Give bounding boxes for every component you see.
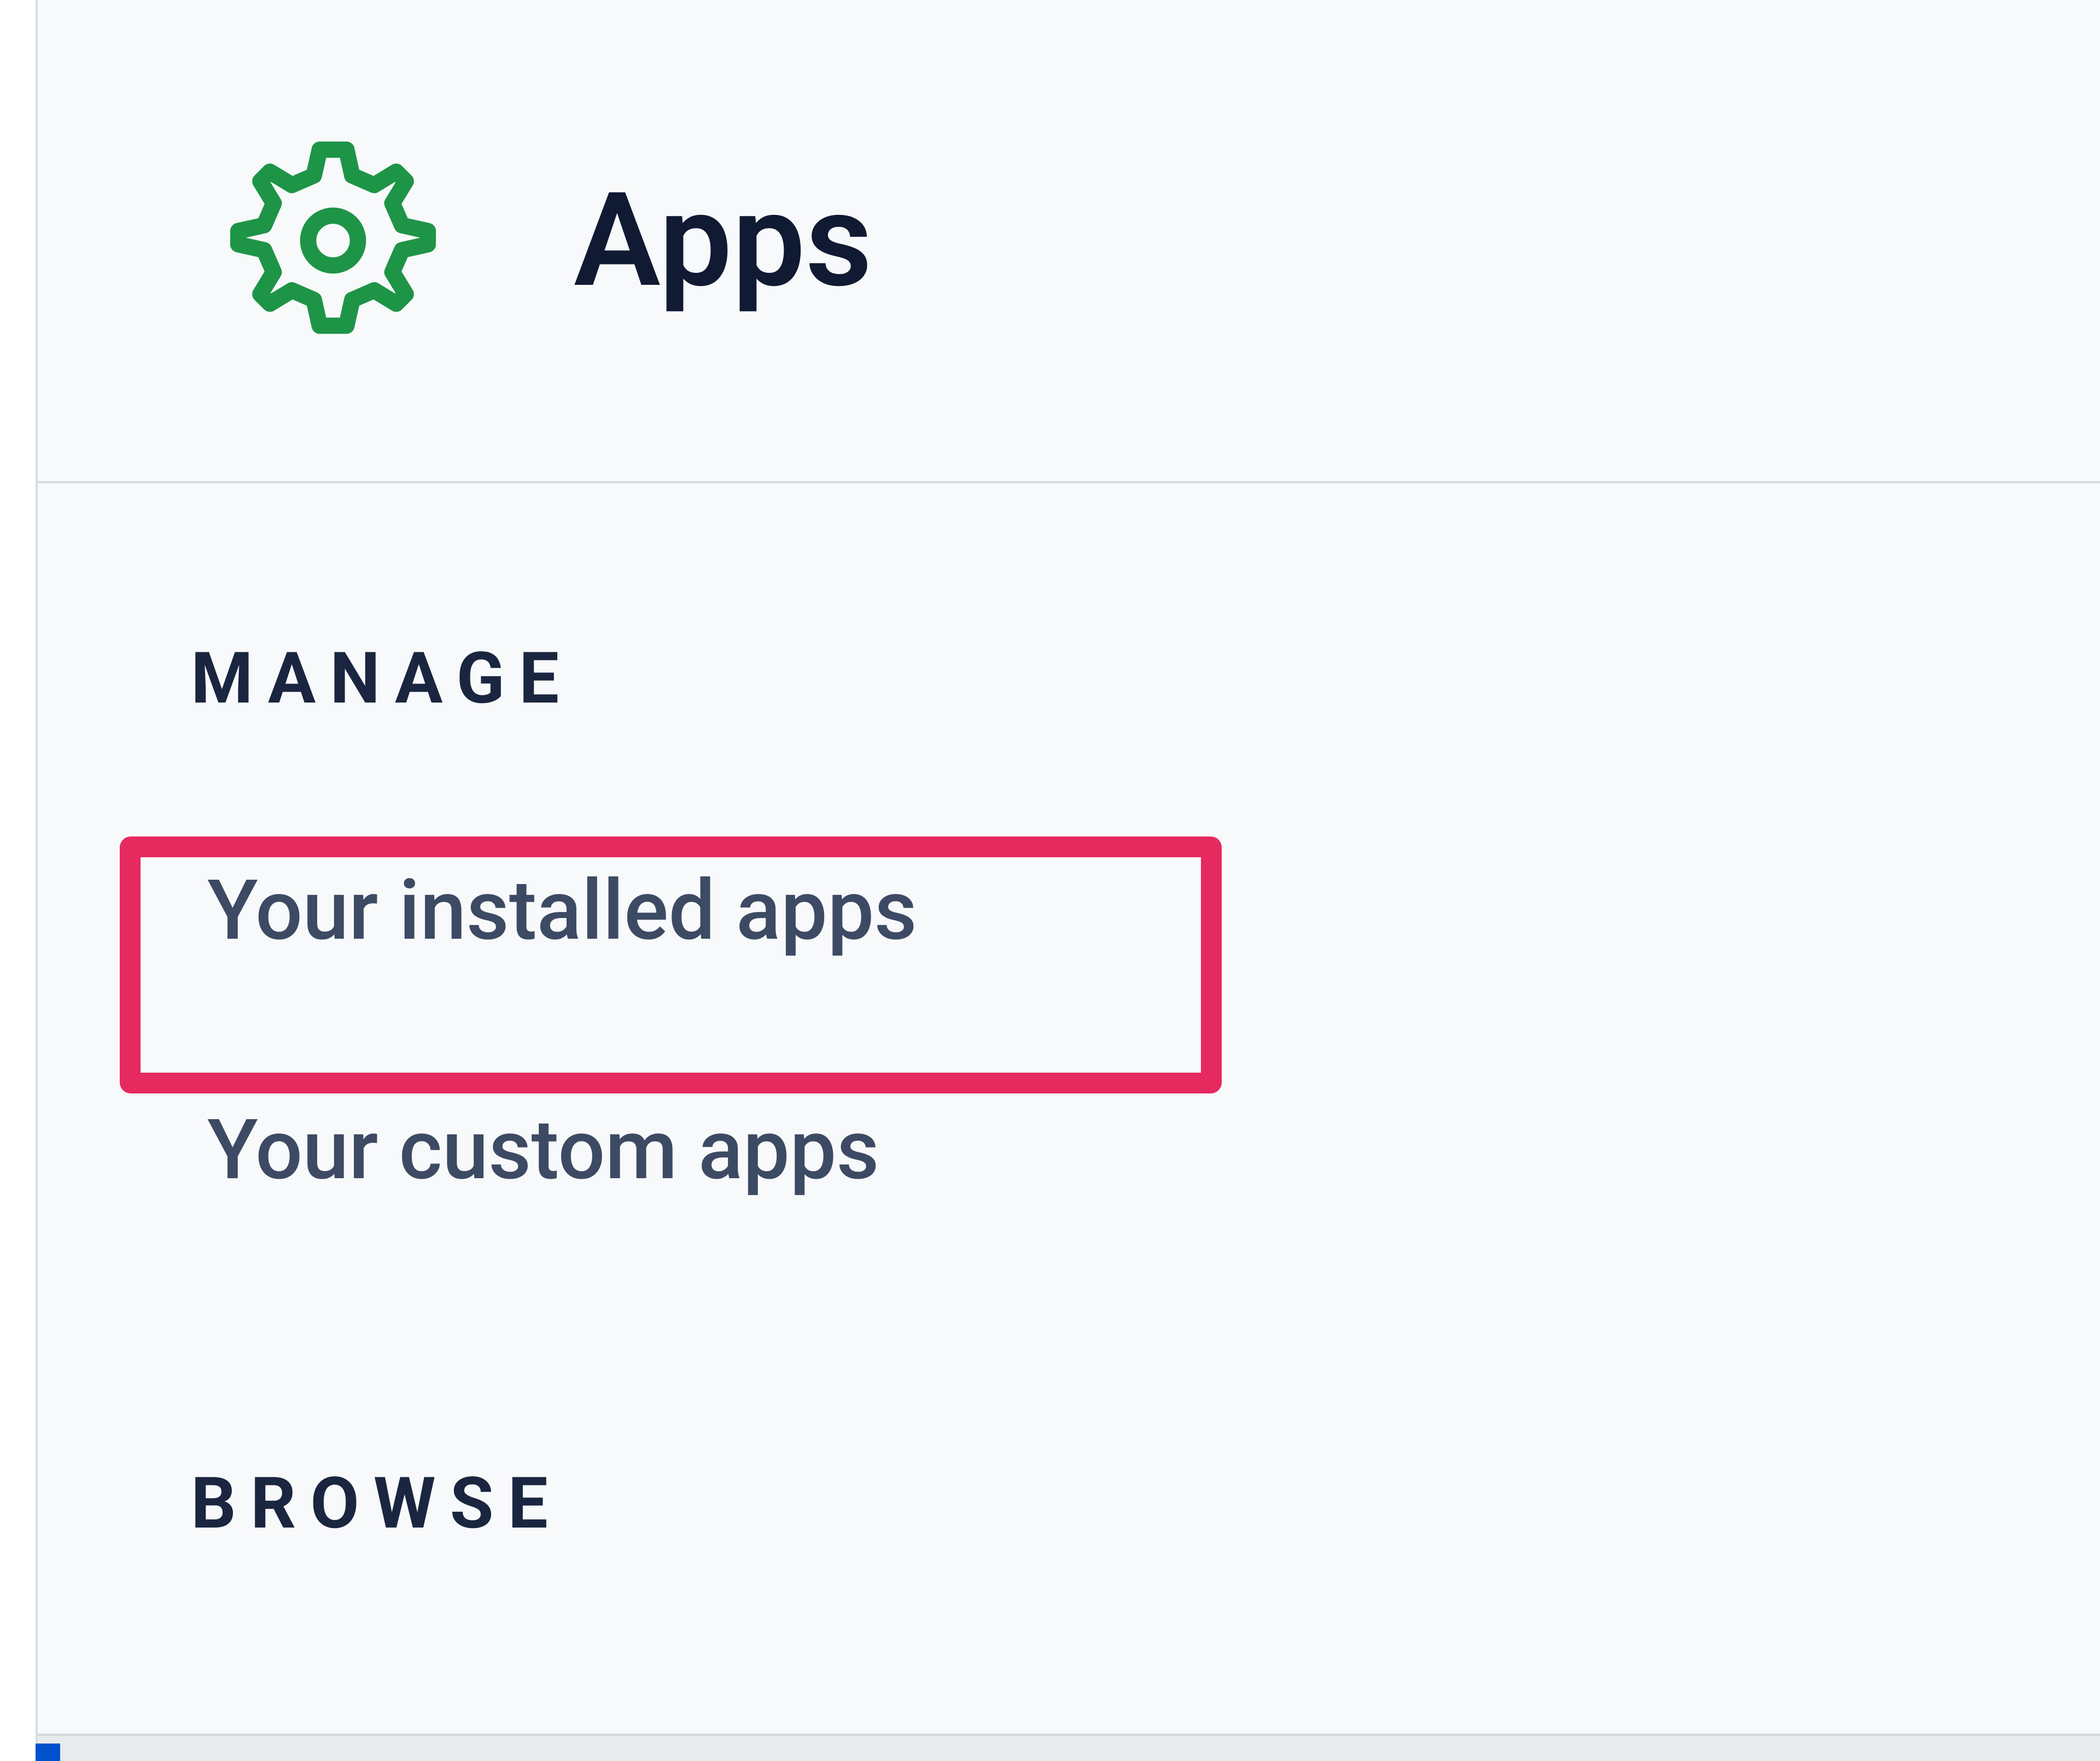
gear-icon	[218, 126, 448, 355]
page-title: Apps	[574, 165, 872, 317]
bottom-accent	[36, 1744, 60, 1761]
sidebar-content: MANAGE Your installed apps Your custom a…	[38, 483, 2100, 1616]
apps-sidebar-panel: Apps MANAGE Your installed apps Your cus…	[36, 0, 2100, 1761]
nav-item-custom-apps[interactable]: Your custom apps	[38, 1031, 2100, 1270]
nav-item-label: Your installed apps	[207, 862, 917, 960]
section-spacer	[38, 1270, 2100, 1461]
outer-frame	[0, 0, 36, 1761]
bottom-divider	[38, 1734, 2100, 1761]
nav-item-label: Your custom apps	[207, 1102, 879, 1199]
section-heading-browse: BROWSE	[38, 1461, 2100, 1616]
sidebar-header: Apps	[38, 0, 2100, 483]
nav-item-installed-apps[interactable]: Your installed apps	[38, 791, 2100, 1031]
section-heading-manage: MANAGE	[38, 636, 2100, 791]
